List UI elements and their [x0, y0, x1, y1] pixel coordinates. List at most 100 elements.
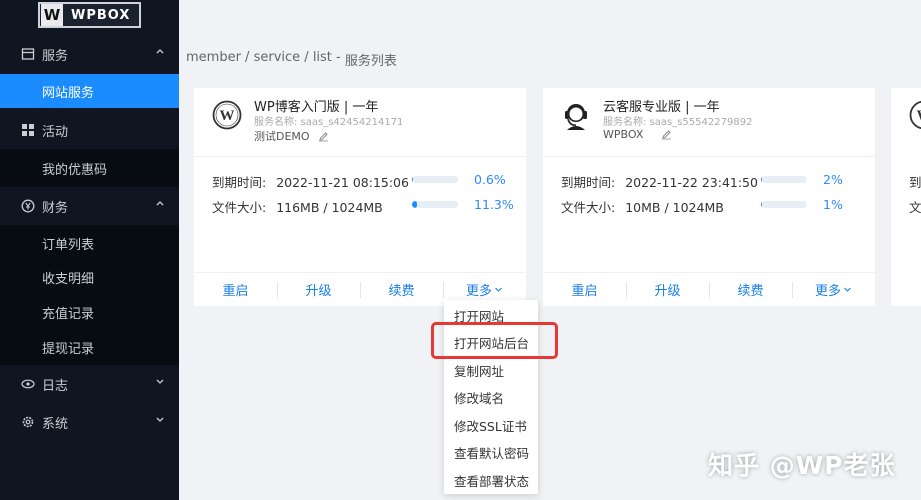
size-label: 文件大小:: [212, 200, 267, 215]
sidebar-group-finance[interactable]: 财务: [0, 187, 179, 225]
sidebar-group-label: 日志: [42, 378, 69, 394]
expire-row: 到期时间: 2022-11-21 08:15:06: [212, 172, 409, 191]
sidebar-item-orders[interactable]: 订单列表: [0, 226, 179, 260]
expire-row: 到期时间: 2022-11-22 23:41:50: [561, 172, 758, 191]
edit-icon[interactable]: [318, 131, 329, 142]
restart-button[interactable]: 重启: [194, 273, 277, 306]
gear-icon: [22, 416, 34, 428]
size-value: 116MB / 1024MB: [276, 200, 383, 215]
expire-percent: 0.6%: [474, 172, 506, 187]
chevron-down-icon: [156, 379, 164, 384]
expire-value: 2022-11-21 08:15:06: [276, 175, 409, 190]
chevron-down-icon: [495, 287, 502, 292]
renew-button[interactable]: 续费: [709, 273, 792, 306]
sidebar-group-label: 财务: [42, 200, 69, 216]
size-progress-bar: [761, 201, 807, 208]
size-percent: 1%: [823, 197, 843, 212]
expire-progress-bar: [412, 176, 458, 183]
size-row: 文件大小: 116MB / 1024MB: [212, 197, 383, 216]
sidebar-item-coupons[interactable]: 我的优惠码: [0, 151, 179, 185]
restart-button[interactable]: 重启: [543, 273, 626, 306]
owner-label: WPBOX: [603, 128, 644, 141]
menu-item-default-password[interactable]: 查看默认密码: [454, 443, 529, 462]
expire-label: 到期时间:: [212, 175, 267, 190]
service-name: 服务名称: saas_s42454214171: [254, 117, 404, 128]
breadcrumb: member / service / list - 服务列表: [186, 50, 397, 69]
chevron-up-icon: [156, 49, 164, 54]
menu-item-copy-url[interactable]: 复制网址: [454, 361, 504, 380]
service-card: 云客服专业版 | 一年 服务名称: saas_s55542279892 WPBO…: [543, 88, 875, 306]
size-percent: 11.3%: [474, 197, 514, 212]
size-progress-fill: [761, 201, 762, 208]
sidebar-item-withdraw[interactable]: 提现记录: [0, 330, 179, 364]
partial-expire-label: 到: [909, 175, 921, 190]
expire-value: 2022-11-22 23:41:50: [625, 175, 758, 190]
service-owner: 测试DEMO: [254, 128, 329, 144]
wordpress-icon: W: [212, 100, 242, 130]
expire-progress-bar: [761, 176, 807, 183]
size-progress-fill: [412, 201, 418, 208]
sidebar: W WPBOX 服务 网站服务 活动 我的优惠码 财务 订单列表 收支明细 充值…: [0, 0, 179, 500]
yen-icon: [21, 199, 35, 213]
upgrade-label: 升级: [305, 284, 332, 299]
size-row: 文件大小: 10MB / 1024MB: [561, 197, 724, 216]
upgrade-button[interactable]: 升级: [277, 273, 360, 306]
breadcrumb-separator: /: [240, 50, 254, 65]
expire-progress-fill: [761, 176, 762, 183]
chevron-up-icon: [156, 201, 164, 206]
restart-label: 重启: [222, 284, 249, 299]
sidebar-item-website-service[interactable]: 网站服务: [0, 74, 179, 108]
renew-label: 续费: [737, 284, 764, 299]
sidebar-group-log[interactable]: 日志: [0, 365, 179, 403]
service-name: 服务名称: saas_s55542279892: [603, 117, 753, 128]
edit-icon[interactable]: [661, 129, 672, 140]
watermark: 知乎 @WP老张: [708, 451, 896, 480]
more-button[interactable]: 更多: [792, 273, 875, 306]
sidebar-item-ledger[interactable]: 收支明细: [0, 260, 179, 294]
service-card: W WP博客入门版 | 一年 服务名称: saas_s42454214171 测…: [194, 88, 526, 306]
logo-mark: W: [41, 4, 63, 26]
upgrade-label: 升级: [654, 284, 681, 299]
breadcrumb-page-title: 服务列表: [344, 54, 397, 69]
breadcrumb-list[interactable]: list: [313, 50, 332, 69]
more-label: 更多: [465, 284, 492, 299]
chevron-down-icon: [156, 417, 164, 422]
menu-item-change-domain[interactable]: 修改域名: [454, 388, 504, 407]
sidebar-group-system[interactable]: 系统: [0, 403, 179, 441]
expire-percent: 2%: [823, 172, 843, 187]
breadcrumb-service[interactable]: service: [254, 50, 301, 69]
breadcrumb-member[interactable]: member: [186, 50, 241, 69]
more-label: 更多: [814, 284, 841, 299]
chevron-down-icon: [844, 287, 851, 292]
logo-text: WPBOX: [71, 7, 131, 23]
sidebar-group-label: 活动: [42, 124, 69, 140]
owner-label: 测试DEMO: [254, 130, 310, 143]
service-owner: WPBOX: [603, 128, 672, 141]
logo[interactable]: W WPBOX: [38, 2, 141, 28]
sidebar-group-service[interactable]: 服务: [0, 35, 179, 73]
sidebar-group-label: 系统: [42, 416, 69, 432]
eye-icon: [21, 379, 35, 389]
svg-text:W: W: [220, 108, 235, 124]
renew-label: 续费: [388, 284, 415, 299]
menu-item-ssl[interactable]: 修改SSL证书: [454, 416, 527, 435]
breadcrumb-separator: -: [331, 50, 345, 65]
restart-label: 重启: [571, 284, 598, 299]
breadcrumb-separator: /: [300, 50, 313, 65]
sidebar-group-label: 服务: [42, 48, 69, 64]
renew-button[interactable]: 续费: [360, 273, 443, 306]
expire-progress-fill: [412, 176, 413, 183]
sidebar-group-activity[interactable]: 活动: [0, 111, 179, 149]
wordpress-icon: W: [909, 100, 921, 130]
size-progress-bar: [412, 201, 458, 208]
partial-size-label: 文: [909, 200, 921, 215]
size-value: 10MB / 1024MB: [625, 200, 724, 215]
store-icon: [21, 48, 35, 60]
card-actions: 重启 升级 续费 更多: [543, 272, 875, 306]
menu-item-deploy-status[interactable]: 查看部署状态: [454, 471, 529, 490]
svg-text:W: W: [917, 108, 921, 124]
expire-label: 到期时间:: [561, 175, 616, 190]
sidebar-item-recharge[interactable]: 充值记录: [0, 295, 179, 329]
upgrade-button[interactable]: 升级: [626, 273, 709, 306]
highlight-annotation: [431, 322, 558, 359]
